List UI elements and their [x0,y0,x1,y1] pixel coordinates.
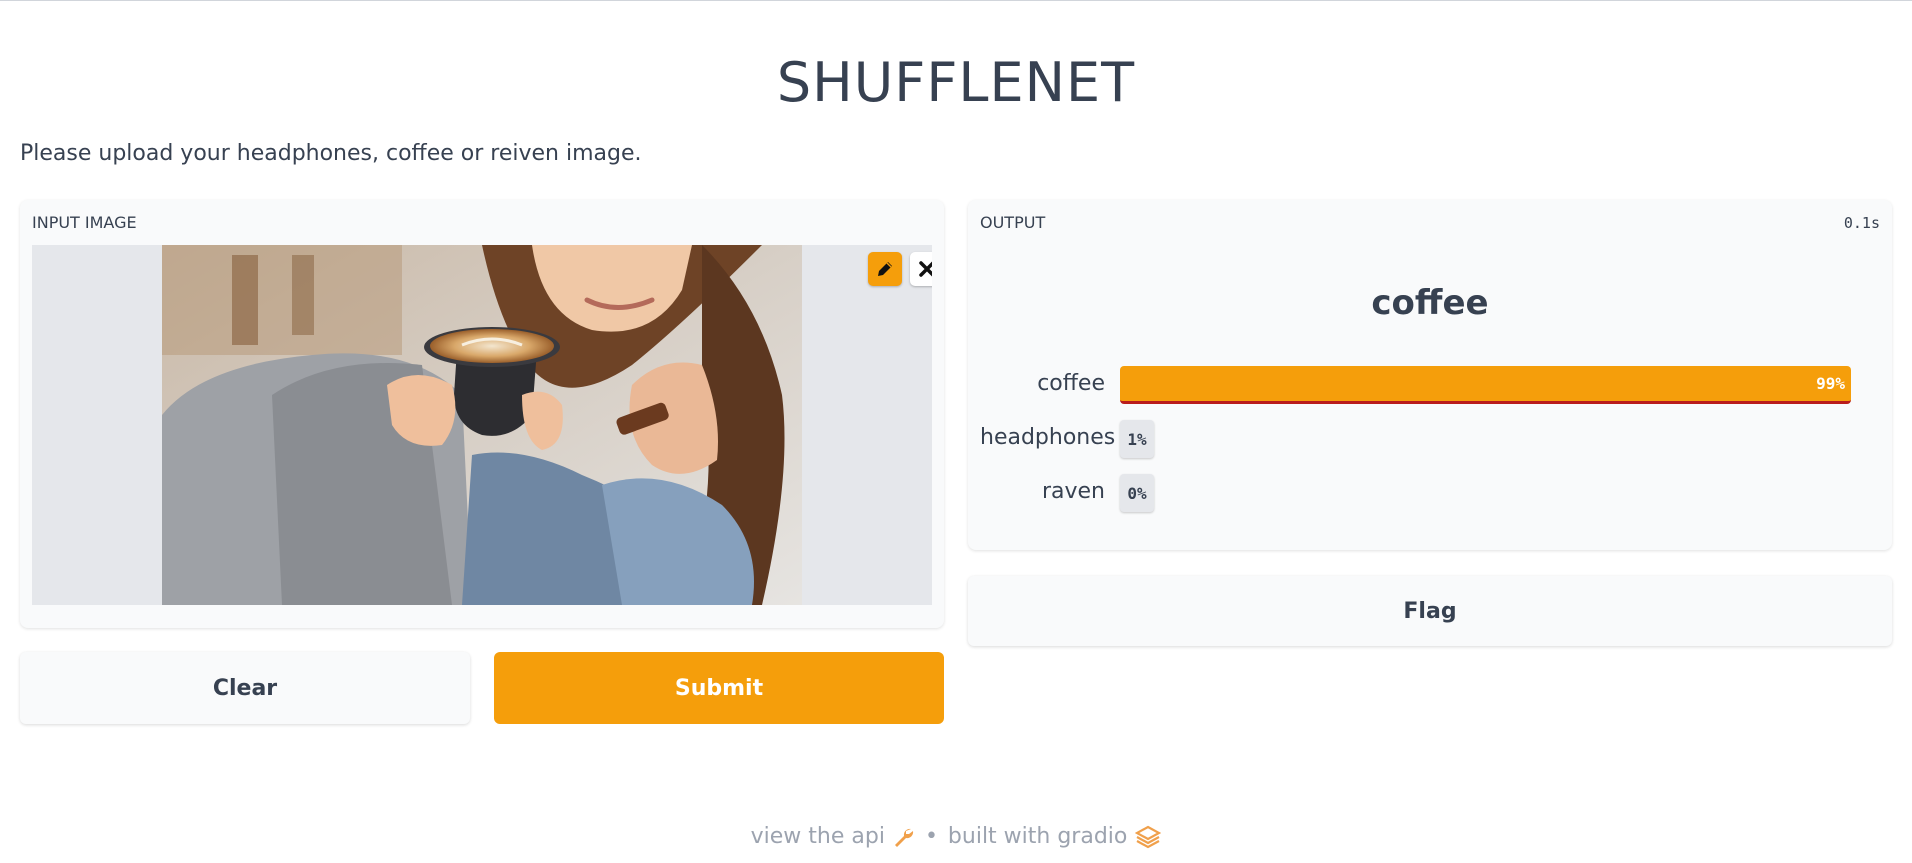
page-description: Please upload your headphones, coffee or… [20,141,642,166]
confidence-value: 1% [1127,429,1147,449]
view-api-link[interactable]: view the api [751,824,915,849]
page-title: SHUFFLENET [776,51,1136,114]
elapsed-time: 0.1s [1843,214,1880,232]
confidence-label: headphones [980,425,1116,450]
output-panel: OUTPUT 0.1s coffee coffee 99% headphones… [968,200,1892,550]
predicted-label: coffee [1371,283,1489,323]
submit-button[interactable]: Submit [494,652,944,724]
confidence-row: raven 0% [980,471,1880,513]
flag-button[interactable]: Flag [968,576,1892,646]
wrench-icon [894,828,914,847]
footer-separator: • [924,824,938,849]
top-border [0,0,1912,1]
confidence-label: coffee [1037,371,1105,396]
close-icon [919,261,932,277]
image-dropzone[interactable] [32,245,932,605]
footer: view the api • built with gradio [0,824,1912,849]
uploaded-image [162,245,802,605]
gradio-logo-icon [1135,825,1162,848]
remove-image-button[interactable] [910,252,932,286]
confidence-label: raven [1041,479,1105,504]
confidence-bar: 99% [1120,366,1851,404]
input-image-panel: INPUT IMAGE [20,200,944,628]
confidence-row: headphones 1% [980,417,1880,459]
pencil-icon [878,262,892,276]
edit-image-button[interactable] [868,252,902,286]
confidence-bar: 0% [1120,474,1154,512]
output-label: OUTPUT [980,213,1046,232]
confidence-bar: 1% [1120,420,1154,458]
confidence-value: 99% [1816,374,1845,393]
confidence-row: coffee 99% [980,363,1880,405]
input-image-label: INPUT IMAGE [32,213,137,232]
confidence-value: 0% [1127,483,1147,503]
built-with-gradio-link[interactable]: built with gradio [948,824,1162,849]
clear-button[interactable]: Clear [20,652,470,724]
